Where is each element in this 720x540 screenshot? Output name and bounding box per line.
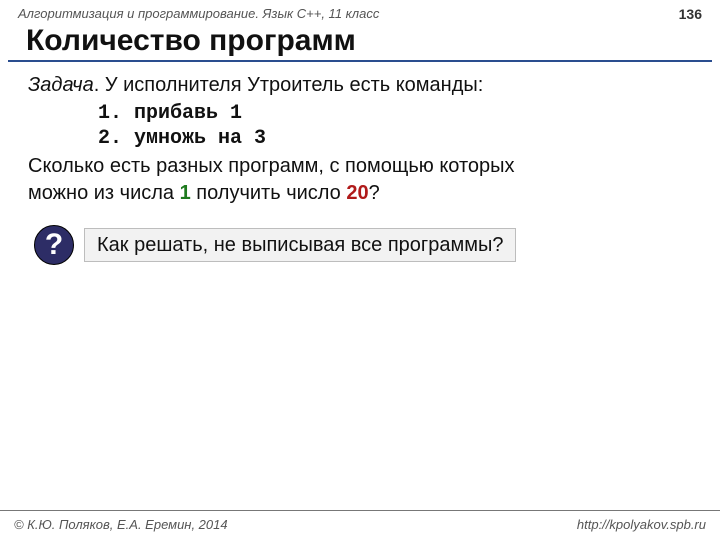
command-1: 1. прибавь 1 (98, 101, 692, 126)
command-2: 2. умножь на 3 (98, 126, 692, 151)
page-title: Количество программ (26, 24, 694, 58)
copyright: © К.Ю. Поляков, Е.А. Еремин, 2014 (14, 517, 228, 532)
hint-row: ? Как решать, не выписывая все программы… (34, 225, 692, 265)
question-line-2: можно из числа 1 получить число 20? (28, 180, 692, 207)
start-number: 1 (180, 182, 191, 204)
target-number: 20 (346, 182, 368, 204)
footer: © К.Ю. Поляков, Е.А. Еремин, 2014 http:/… (0, 510, 720, 540)
hint-text: Как решать, не выписывая все программы? (84, 228, 516, 262)
q2-part-c: ? (369, 182, 380, 204)
problem-label: Задача (28, 74, 94, 96)
problem-intro: . У исполнителя Утроитель есть команды: (94, 74, 484, 96)
page-number: 136 (679, 6, 702, 22)
q2-part-a: можно из числа (28, 182, 180, 204)
course-title: Алгоритмизация и программирование. Язык … (18, 6, 379, 21)
footer-url: http://kpolyakov.spb.ru (577, 517, 706, 532)
header: Алгоритмизация и программирование. Язык … (0, 0, 720, 24)
problem-statement: Задача. У исполнителя Утроитель есть ком… (28, 72, 692, 99)
title-rule: Количество программ (8, 24, 712, 62)
question-mark-icon: ? (34, 225, 74, 265)
q2-part-b: получить число (191, 182, 347, 204)
command-list: 1. прибавь 1 2. умножь на 3 (98, 99, 692, 153)
question-line-1: Сколько есть разных программ, с помощью … (28, 153, 692, 180)
content: Задача. У исполнителя Утроитель есть ком… (0, 72, 720, 265)
